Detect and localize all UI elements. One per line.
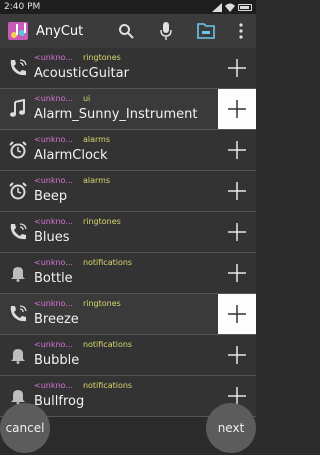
alarm-clock-icon — [8, 140, 28, 160]
bell-icon — [8, 345, 28, 365]
item-source: <unkno... — [34, 299, 73, 308]
list-item[interactable]: <unkno... notifications Bubble — [0, 335, 256, 376]
phone-ring-icon — [8, 304, 28, 324]
signal-icon — [212, 2, 222, 12]
item-title: Beep — [34, 189, 68, 204]
cancel-button[interactable]: cancel — [0, 403, 50, 453]
list-item[interactable]: <unkno... ringtones Blues — [0, 212, 256, 253]
item-category: ringtones — [82, 53, 121, 62]
item-title: Bubble — [34, 353, 80, 368]
plus-icon — [228, 264, 246, 282]
item-meta: <unkno... ringtones — [34, 217, 121, 226]
overflow-menu-icon — [239, 23, 243, 39]
item-meta: <unkno... notifications — [34, 381, 132, 390]
search-button[interactable] — [106, 14, 146, 48]
item-source: <unkno... — [34, 217, 73, 226]
alarm-clock-icon — [8, 181, 28, 201]
plus-icon — [228, 100, 246, 118]
microphone-icon — [160, 22, 172, 40]
plus-icon — [228, 305, 246, 323]
item-source: <unkno... — [34, 94, 73, 103]
app-logo-icon — [8, 22, 28, 40]
status-icons — [212, 2, 252, 12]
plus-icon — [228, 223, 246, 241]
phone-ring-icon — [8, 222, 28, 242]
item-source: <unkno... — [34, 340, 73, 349]
add-button[interactable] — [218, 89, 256, 129]
action-bar: AnyCut — [0, 14, 256, 48]
item-meta: <unkno... alarms — [34, 135, 110, 144]
item-meta: <unkno... alarms — [34, 176, 110, 185]
add-button[interactable] — [218, 130, 256, 170]
item-source: <unkno... — [34, 176, 73, 185]
add-button[interactable] — [218, 171, 256, 211]
item-source: <unkno... — [34, 135, 73, 144]
item-meta: <unkno... ringtones — [34, 53, 121, 62]
bell-icon — [8, 263, 28, 283]
voice-search-button[interactable] — [146, 14, 186, 48]
item-meta: <unkno... ui — [34, 94, 90, 103]
item-title: AcousticGuitar — [34, 66, 129, 81]
item-category: ringtones — [82, 217, 121, 226]
app-title: AnyCut — [36, 23, 84, 39]
add-button[interactable] — [218, 253, 256, 293]
item-category: notifications — [82, 381, 133, 390]
list-item[interactable]: <unkno... ringtones AcousticGuitar — [0, 48, 256, 89]
add-button[interactable] — [218, 335, 256, 375]
list-item[interactable]: <unkno... ringtones Breeze — [0, 294, 256, 335]
item-meta: <unkno... notifications — [34, 340, 132, 349]
list-item[interactable]: <unkno... notifications Bottle — [0, 253, 256, 294]
plus-icon — [228, 59, 246, 77]
plus-icon — [228, 346, 246, 364]
search-icon — [119, 24, 134, 39]
item-source: <unkno... — [34, 381, 73, 390]
ringtone-list: <unkno... ringtones AcousticGuitar <unkno… — [0, 48, 256, 417]
add-button[interactable] — [218, 294, 256, 334]
item-category: alarms — [82, 176, 111, 185]
folder-icon — [197, 23, 215, 39]
item-category: alarms — [82, 135, 111, 144]
list-item[interactable]: <unkno... alarms AlarmClock — [0, 130, 256, 171]
item-category: ui — [82, 94, 91, 103]
item-source: <unkno... — [34, 53, 73, 62]
plus-icon — [228, 141, 246, 159]
item-title: Bullfrog — [34, 394, 85, 409]
item-category: ringtones — [82, 299, 121, 308]
list-item[interactable]: <unkno... alarms Beep — [0, 171, 256, 212]
wifi-icon — [225, 3, 235, 12]
item-title: Blues — [34, 230, 70, 245]
item-title: Alarm_Sunny_Instrument — [34, 107, 198, 122]
item-meta: <unkno... notifications — [34, 258, 132, 267]
plus-icon — [228, 182, 246, 200]
item-meta: <unkno... ringtones — [34, 299, 121, 308]
status-bar: 2:40 PM — [0, 0, 256, 14]
list-item[interactable]: <unkno... ui Alarm_Sunny_Instrument — [0, 89, 256, 130]
overflow-menu-button[interactable] — [226, 14, 256, 48]
next-button[interactable]: next — [206, 403, 256, 453]
action-icons — [106, 14, 256, 48]
add-button[interactable] — [218, 48, 256, 88]
item-category: notifications — [82, 258, 133, 267]
music-note-icon — [8, 99, 28, 119]
phone-ring-icon — [8, 58, 28, 78]
item-title: Breeze — [34, 312, 79, 327]
item-title: AlarmClock — [34, 148, 108, 163]
folder-button[interactable] — [186, 14, 226, 48]
item-source: <unkno... — [34, 258, 73, 267]
item-category: notifications — [82, 340, 133, 349]
item-title: Bottle — [34, 271, 73, 286]
status-time: 2:40 PM — [4, 2, 41, 12]
add-button[interactable] — [218, 212, 256, 252]
battery-icon — [238, 3, 252, 11]
